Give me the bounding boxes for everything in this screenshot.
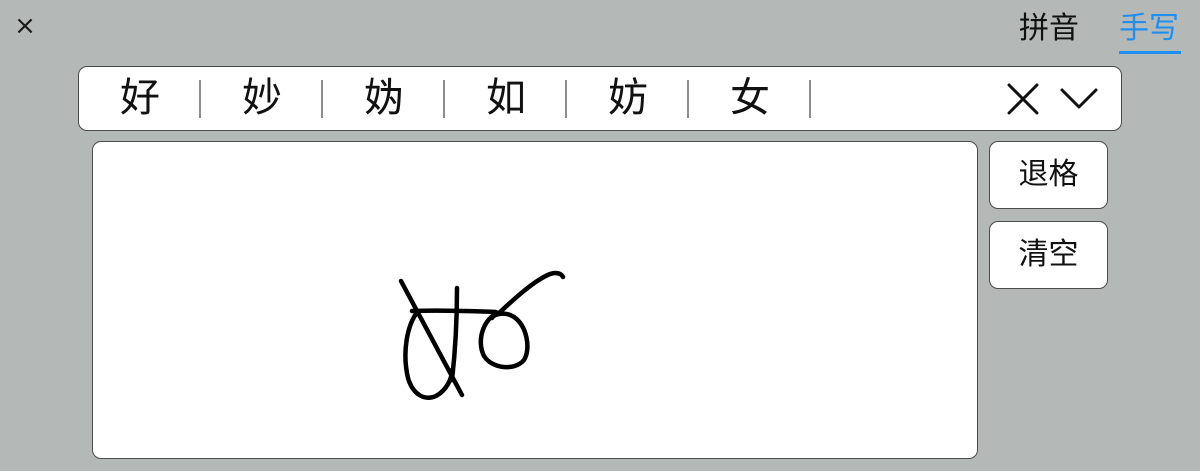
handwriting-stroke <box>449 285 460 383</box>
close-keyboard-button[interactable]: × <box>10 8 40 44</box>
handwriting-strokes <box>398 270 566 400</box>
candidate-item[interactable]: 妨 <box>567 67 689 130</box>
handwriting-stroke <box>403 308 455 400</box>
handwriting-canvas[interactable] <box>92 141 978 459</box>
close-icon-graphic <box>1007 83 1039 115</box>
candidate-bar: 好 妙 妫 如 妨 女 <box>78 66 1122 131</box>
candidate-item[interactable]: 如 <box>445 67 567 130</box>
active-tab-indicator <box>1119 51 1181 54</box>
tab-handwriting[interactable]: 手写 <box>1119 8 1179 50</box>
candidate-item[interactable]: 好 <box>79 67 201 130</box>
handwriting-stroke <box>409 308 499 315</box>
candidate-item[interactable]: 女 <box>689 67 811 130</box>
chevron-down-icon-graphic <box>1060 88 1098 109</box>
handwriting-stroke <box>495 270 566 317</box>
candidate-item[interactable]: 妫 <box>323 67 445 130</box>
chevron-down-icon[interactable] <box>1058 78 1100 120</box>
clear-button[interactable]: 清空 <box>989 221 1108 289</box>
tab-pinyin[interactable]: 拼音 <box>1019 8 1079 50</box>
backspace-button[interactable]: 退格 <box>989 141 1108 209</box>
candidate-list: 好 妙 妫 如 妨 女 <box>79 67 811 130</box>
candidate-item[interactable]: 妙 <box>201 67 323 130</box>
close-icon[interactable] <box>1002 78 1044 120</box>
handwriting-stroke <box>478 310 530 370</box>
